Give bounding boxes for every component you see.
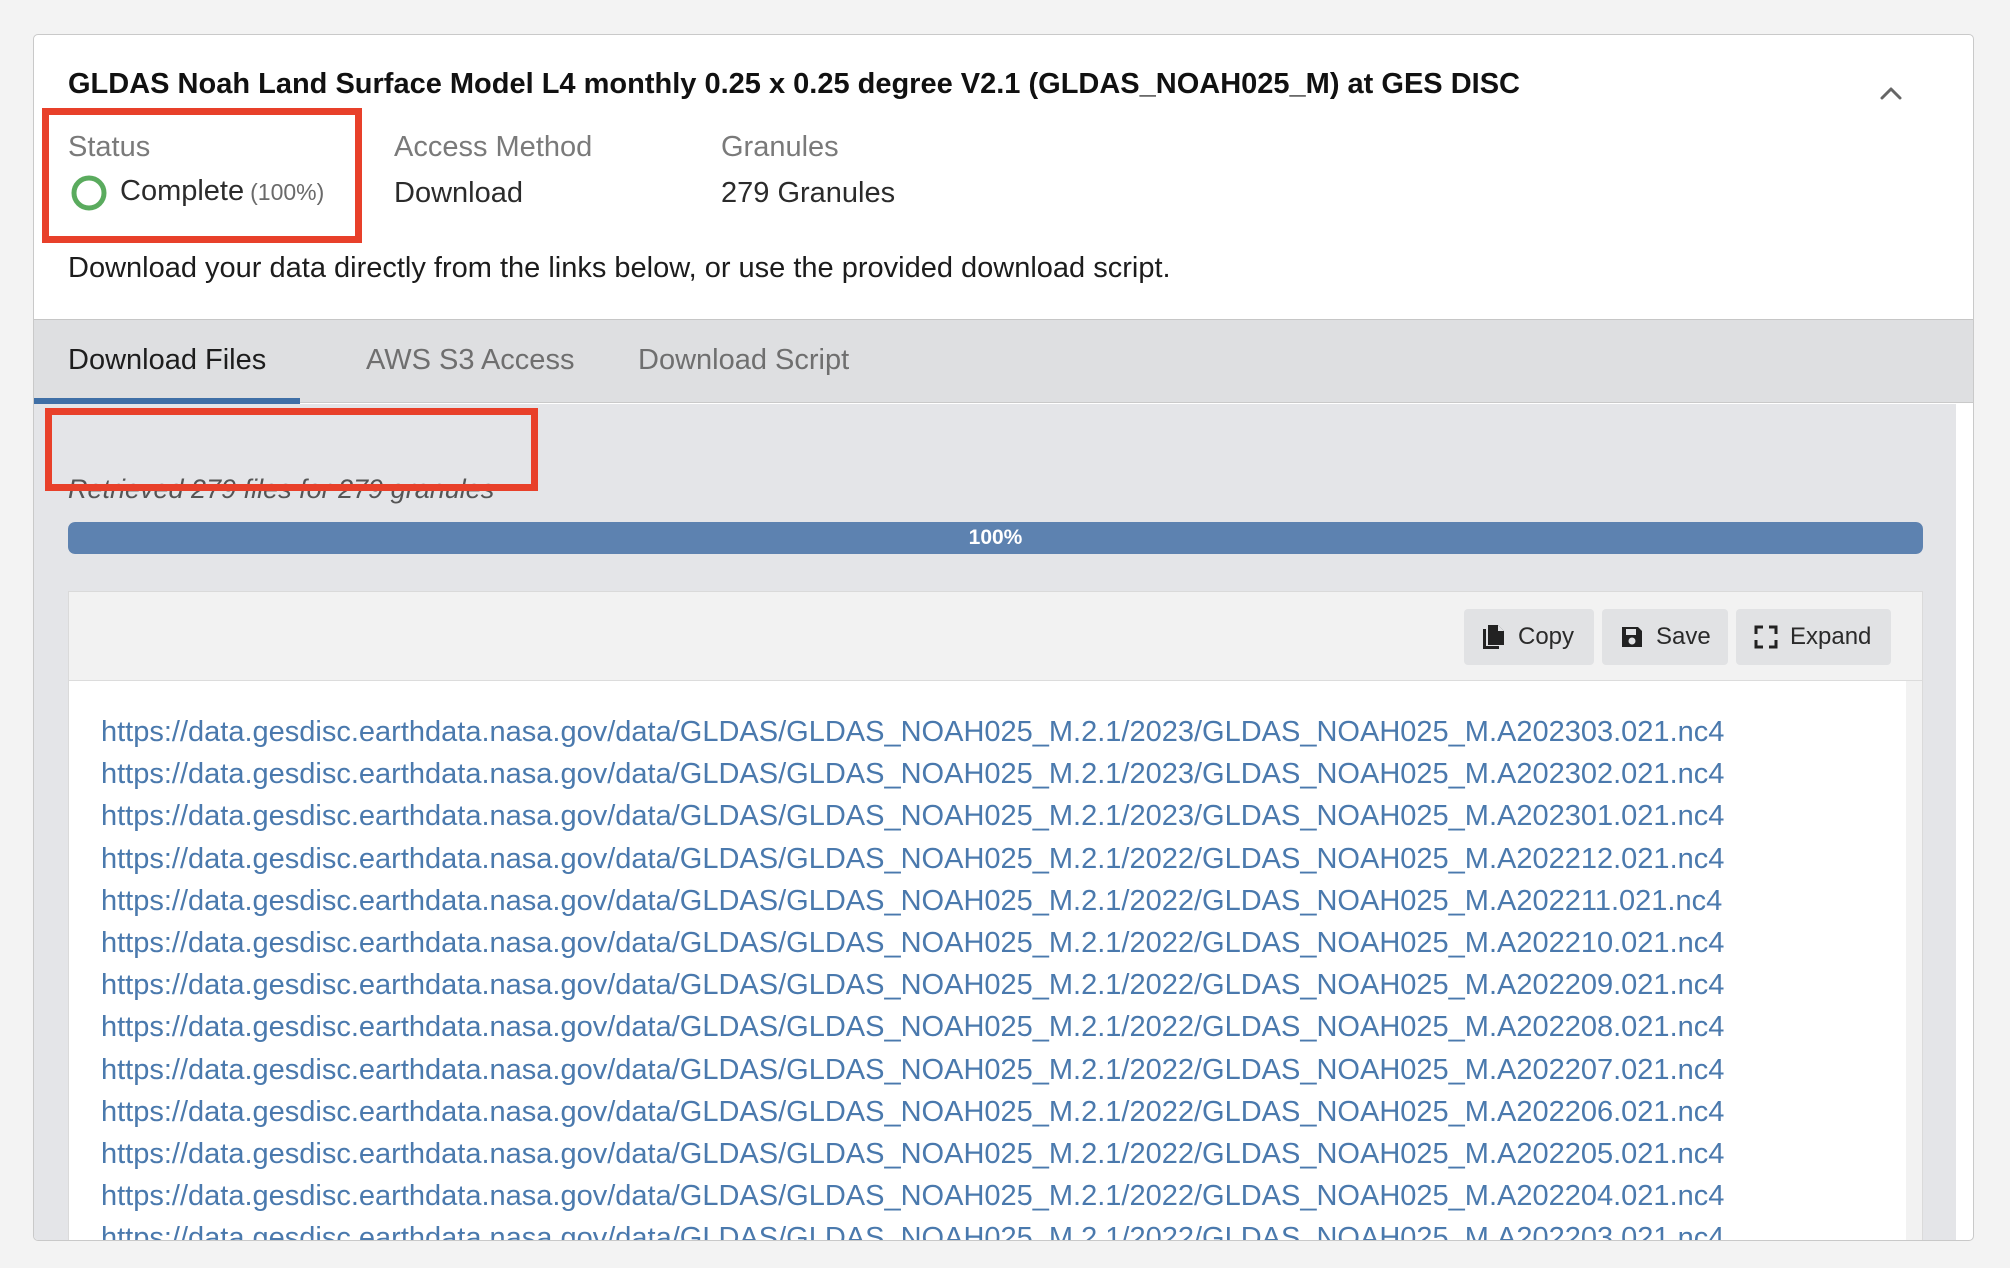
save-icon [1622,627,1642,647]
file-link-item: https://data.gesdisc.earthdata.nasa.gov/… [101,1133,1902,1175]
file-links-box: Copy Save Expand https://data.gesdisc.ea… [68,591,1923,1240]
order-card: GLDAS Noah Land Surface Model L4 monthly… [33,34,1974,1241]
save-button-label: Save [1656,623,1711,650]
file-link-item: https://data.gesdisc.earthdata.nasa.gov/… [101,1049,1902,1091]
expand-icon [1754,625,1778,649]
download-progress-fill: 100% [68,522,1923,554]
file-link-item: https://data.gesdisc.earthdata.nasa.gov/… [101,711,1902,753]
tab-download-files[interactable]: Download Files [34,320,300,404]
file-link[interactable]: https://data.gesdisc.earthdata.nasa.gov/… [101,758,1724,790]
download-progress-bar: 100% [68,522,1923,554]
file-link[interactable]: https://data.gesdisc.earthdata.nasa.gov/… [101,1011,1724,1043]
file-link-item: https://data.gesdisc.earthdata.nasa.gov/… [101,795,1902,837]
file-link[interactable]: https://data.gesdisc.earthdata.nasa.gov/… [101,1054,1724,1086]
file-link-item: https://data.gesdisc.earthdata.nasa.gov/… [101,753,1902,795]
access-method-value: Download [394,177,523,209]
file-link[interactable]: https://data.gesdisc.earthdata.nasa.gov/… [101,969,1724,1001]
status-text: Complete [120,175,245,207]
file-link[interactable]: https://data.gesdisc.earthdata.nasa.gov/… [101,927,1724,959]
file-link[interactable]: https://data.gesdisc.earthdata.nasa.gov/… [101,1180,1724,1212]
tab-download-script[interactable]: Download Script [604,320,883,404]
copy-icon [1483,625,1504,649]
tab-bar: Download Files AWS S3 Access Download Sc… [34,319,1973,404]
file-box-toolbar: Copy Save Expand [69,592,1922,681]
status-label: Status [68,131,151,163]
download-description: Download your data directly from the lin… [68,252,1171,284]
copy-button-label: Copy [1518,623,1575,650]
copy-button[interactable]: Copy [1464,609,1594,665]
granules-label: Granules [721,131,839,163]
status-complete-icon [71,175,107,211]
file-link[interactable]: https://data.gesdisc.earthdata.nasa.gov/… [101,800,1724,832]
file-link[interactable]: https://data.gesdisc.earthdata.nasa.gov/… [101,885,1722,917]
expand-button-label: Expand [1790,623,1872,650]
file-list-scrollbar[interactable] [1906,681,1922,1240]
status-value: Complete (100%) [120,175,324,208]
file-link-item: https://data.gesdisc.earthdata.nasa.gov/… [101,1006,1902,1048]
chevron-up-icon[interactable] [1873,75,1909,111]
download-files-panel: Retrieved 279 files for 279 granules 100… [34,404,1956,1240]
file-link-item: https://data.gesdisc.earthdata.nasa.gov/… [101,880,1902,922]
file-link[interactable]: https://data.gesdisc.earthdata.nasa.gov/… [101,1096,1724,1128]
expand-button[interactable]: Expand [1736,609,1891,665]
collection-title: GLDAS Noah Land Surface Model L4 monthly… [68,68,1520,100]
file-link-item: https://data.gesdisc.earthdata.nasa.gov/… [101,1091,1902,1133]
file-link-item: https://data.gesdisc.earthdata.nasa.gov/… [101,922,1902,964]
granules-value: 279 Granules [721,177,896,209]
access-method-label: Access Method [394,131,593,163]
tab-aws-s3-access[interactable]: AWS S3 Access [332,320,608,404]
save-button[interactable]: Save [1602,609,1728,665]
file-link[interactable]: https://data.gesdisc.earthdata.nasa.gov/… [101,716,1724,748]
status-percent: (100%) [250,179,325,205]
file-link[interactable]: https://data.gesdisc.earthdata.nasa.gov/… [101,1222,1724,1240]
file-link[interactable]: https://data.gesdisc.earthdata.nasa.gov/… [101,843,1724,875]
retrieved-files-text: Retrieved 279 files for 279 granules [68,474,495,504]
file-link[interactable]: https://data.gesdisc.earthdata.nasa.gov/… [101,1138,1724,1170]
file-link-item: https://data.gesdisc.earthdata.nasa.gov/… [101,1175,1902,1217]
file-link-item: https://data.gesdisc.earthdata.nasa.gov/… [101,1217,1902,1240]
file-link-item: https://data.gesdisc.earthdata.nasa.gov/… [101,838,1902,880]
file-links-list: https://data.gesdisc.earthdata.nasa.gov/… [101,711,1902,1240]
file-link-item: https://data.gesdisc.earthdata.nasa.gov/… [101,964,1902,1006]
